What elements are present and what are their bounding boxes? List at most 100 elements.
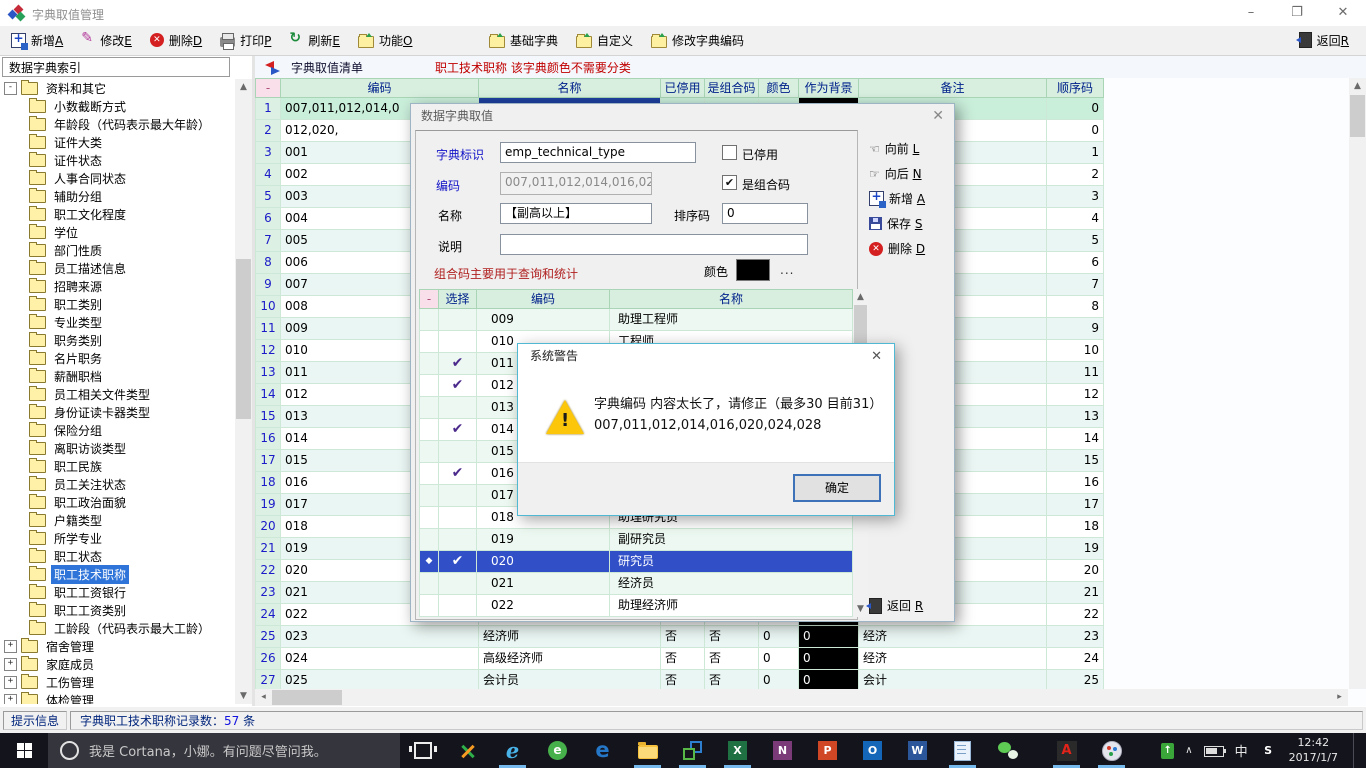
toolbar-修改字典编码-button[interactable]: 修改字典编码: [651, 32, 744, 49]
tree-item[interactable]: 名片职务: [2, 349, 232, 367]
tree-item[interactable]: 薪酬职档: [2, 367, 232, 385]
tree-item[interactable]: 职工状态: [2, 547, 232, 565]
cell-checked[interactable]: [439, 573, 477, 595]
sort-input[interactable]: 0: [722, 203, 808, 224]
cell-checked[interactable]: [439, 309, 477, 331]
taskbar-share-icon[interactable]: [670, 733, 715, 768]
minimize-button[interactable]: –: [1228, 0, 1274, 26]
cell-checked[interactable]: ✔: [439, 463, 477, 485]
stopped-checkbox[interactable]: [722, 145, 737, 160]
tree-item[interactable]: 辅助分组: [2, 187, 232, 205]
tree-item[interactable]: 小数截断方式: [2, 97, 232, 115]
ime-indicator[interactable]: 中: [1235, 741, 1248, 760]
taskbar-powerpoint-icon[interactable]: [805, 733, 850, 768]
desc-input[interactable]: [500, 234, 808, 255]
sogou-input-icon[interactable]: S: [1259, 741, 1278, 760]
cell-checked[interactable]: [439, 485, 477, 507]
tree-item[interactable]: 部门性质: [2, 241, 232, 259]
dialog-return-button[interactable]: 返回 R: [869, 597, 923, 614]
dialog-close-icon[interactable]: ✕: [932, 108, 944, 124]
tree-item[interactable]: 身份证读卡器类型: [2, 403, 232, 421]
tree-item[interactable]: 职务类别: [2, 331, 232, 349]
tray-chevron-up-icon[interactable]: ∧: [1185, 745, 1192, 756]
scroll-up-icon[interactable]: ▲: [1349, 78, 1366, 94]
cell-checked[interactable]: ✔: [439, 375, 477, 397]
tree-item[interactable]: 职工文化程度: [2, 205, 232, 223]
tree-item[interactable]: 员工关注状态: [2, 475, 232, 493]
taskbar-acrobat-icon[interactable]: [1044, 733, 1089, 768]
close-button[interactable]: ✕: [1320, 0, 1366, 26]
battery-icon[interactable]: [1204, 746, 1224, 757]
taskbar-onenote-icon[interactable]: [760, 733, 805, 768]
column-header-1[interactable]: 编码: [281, 78, 479, 98]
alert-close-icon[interactable]: ✕: [871, 349, 882, 364]
tree-item[interactable]: +宿舍管理: [2, 637, 232, 655]
taskbar-edge-icon[interactable]: [580, 733, 625, 768]
return-button[interactable]: 返回R: [1299, 26, 1349, 54]
column-header-3[interactable]: 已停用: [661, 78, 705, 98]
table-row[interactable]: 27025会计员否否00会计25: [255, 670, 1104, 689]
tree-item[interactable]: +体检管理: [2, 691, 232, 704]
column-header-4[interactable]: 是组合码: [705, 78, 759, 98]
tree-item[interactable]: 证件状态: [2, 151, 232, 169]
toolbar-功能-button[interactable]: 功能O: [358, 32, 412, 49]
name-input[interactable]: 【副高以上】: [500, 203, 652, 224]
toolbar-自定义-button[interactable]: 自定义: [576, 32, 633, 49]
cell-checked[interactable]: ✔: [439, 353, 477, 375]
scroll-down-icon[interactable]: ▼: [235, 688, 252, 704]
ok-button[interactable]: 确定: [793, 474, 881, 502]
maximize-button[interactable]: ❐: [1274, 0, 1320, 26]
tree-item[interactable]: 户籍类型: [2, 511, 232, 529]
scrollbar-thumb[interactable]: [1350, 95, 1365, 137]
tree-item[interactable]: 职工民族: [2, 457, 232, 475]
task-view-button[interactable]: [400, 733, 445, 768]
toolbar-修改-button[interactable]: 修改E: [81, 32, 132, 49]
column-header-7[interactable]: 备注: [859, 78, 1047, 98]
table-row[interactable]: 26024高级经济师否否00经济24: [255, 648, 1104, 670]
tree-item[interactable]: 保险分组: [2, 421, 232, 439]
column-header-2[interactable]: 名称: [479, 78, 661, 98]
tree-item[interactable]: 职工工资类别: [2, 601, 232, 619]
color-more-button[interactable]: ...: [780, 263, 794, 277]
dialog-table-row[interactable]: 021经济员: [419, 573, 853, 595]
tree-item[interactable]: -资料和其它: [2, 79, 232, 97]
table-horizontal-scrollbar[interactable]: ◂ ▸: [255, 689, 1348, 706]
tree-item[interactable]: 专业类型: [2, 313, 232, 331]
toolbar-刷新-button[interactable]: 刷新E: [289, 32, 340, 49]
taskbar-wechat-icon[interactable]: [985, 733, 1030, 768]
dialog-table-row[interactable]: 022助理经济师: [419, 595, 853, 617]
taskbar-hr-app-icon[interactable]: [445, 733, 490, 768]
tree-item[interactable]: 所学专业: [2, 529, 232, 547]
taskbar-paint-icon[interactable]: [1089, 733, 1134, 768]
table-row[interactable]: 25023经济师否否00经济23: [255, 626, 1104, 648]
tree-item[interactable]: 学位: [2, 223, 232, 241]
scroll-left-icon[interactable]: ◂: [255, 689, 272, 706]
taskbar-explorer-icon[interactable]: [625, 733, 670, 768]
tree-item[interactable]: 离职访谈类型: [2, 439, 232, 457]
dialog-column-header-2[interactable]: 编码: [477, 289, 610, 309]
dialog-table-row[interactable]: ◆✔020研究员: [419, 551, 853, 573]
tree-item[interactable]: +工伤管理: [2, 673, 232, 691]
tree-item[interactable]: 工龄段（代码表示最大工龄）: [2, 619, 232, 637]
tree-item[interactable]: 职工政治面貌: [2, 493, 232, 511]
cell-checked[interactable]: ✔: [439, 419, 477, 441]
taskbar-browser-360-icon[interactable]: [535, 733, 580, 768]
tree-expand-icon[interactable]: +: [4, 694, 17, 705]
cell-checked[interactable]: [439, 441, 477, 463]
tree-item[interactable]: 员工相关文件类型: [2, 385, 232, 403]
cell-checked[interactable]: [439, 595, 477, 617]
tree-item[interactable]: 证件大类: [2, 133, 232, 151]
table-vertical-scrollbar[interactable]: ▲: [1349, 78, 1366, 689]
tree-expand-icon[interactable]: +: [4, 640, 17, 653]
dict-id-input[interactable]: emp_technical_type: [500, 142, 696, 163]
dialog-table-row[interactable]: 009助理工程师: [419, 309, 853, 331]
taskbar-ie-icon[interactable]: [490, 733, 535, 768]
dialog-column-header-3[interactable]: 名称: [610, 289, 853, 309]
tree-item[interactable]: 职工技术职称: [2, 565, 232, 583]
scrollbar-thumb[interactable]: [236, 259, 251, 419]
dialog-新增-button[interactable]: 新增 A: [869, 190, 925, 207]
dialog-向后-button[interactable]: ☞向后 N: [869, 165, 922, 182]
column-header-8[interactable]: 顺序码: [1047, 78, 1104, 98]
tree-expand-icon[interactable]: -: [4, 82, 17, 95]
taskbar-word-icon[interactable]: [895, 733, 940, 768]
